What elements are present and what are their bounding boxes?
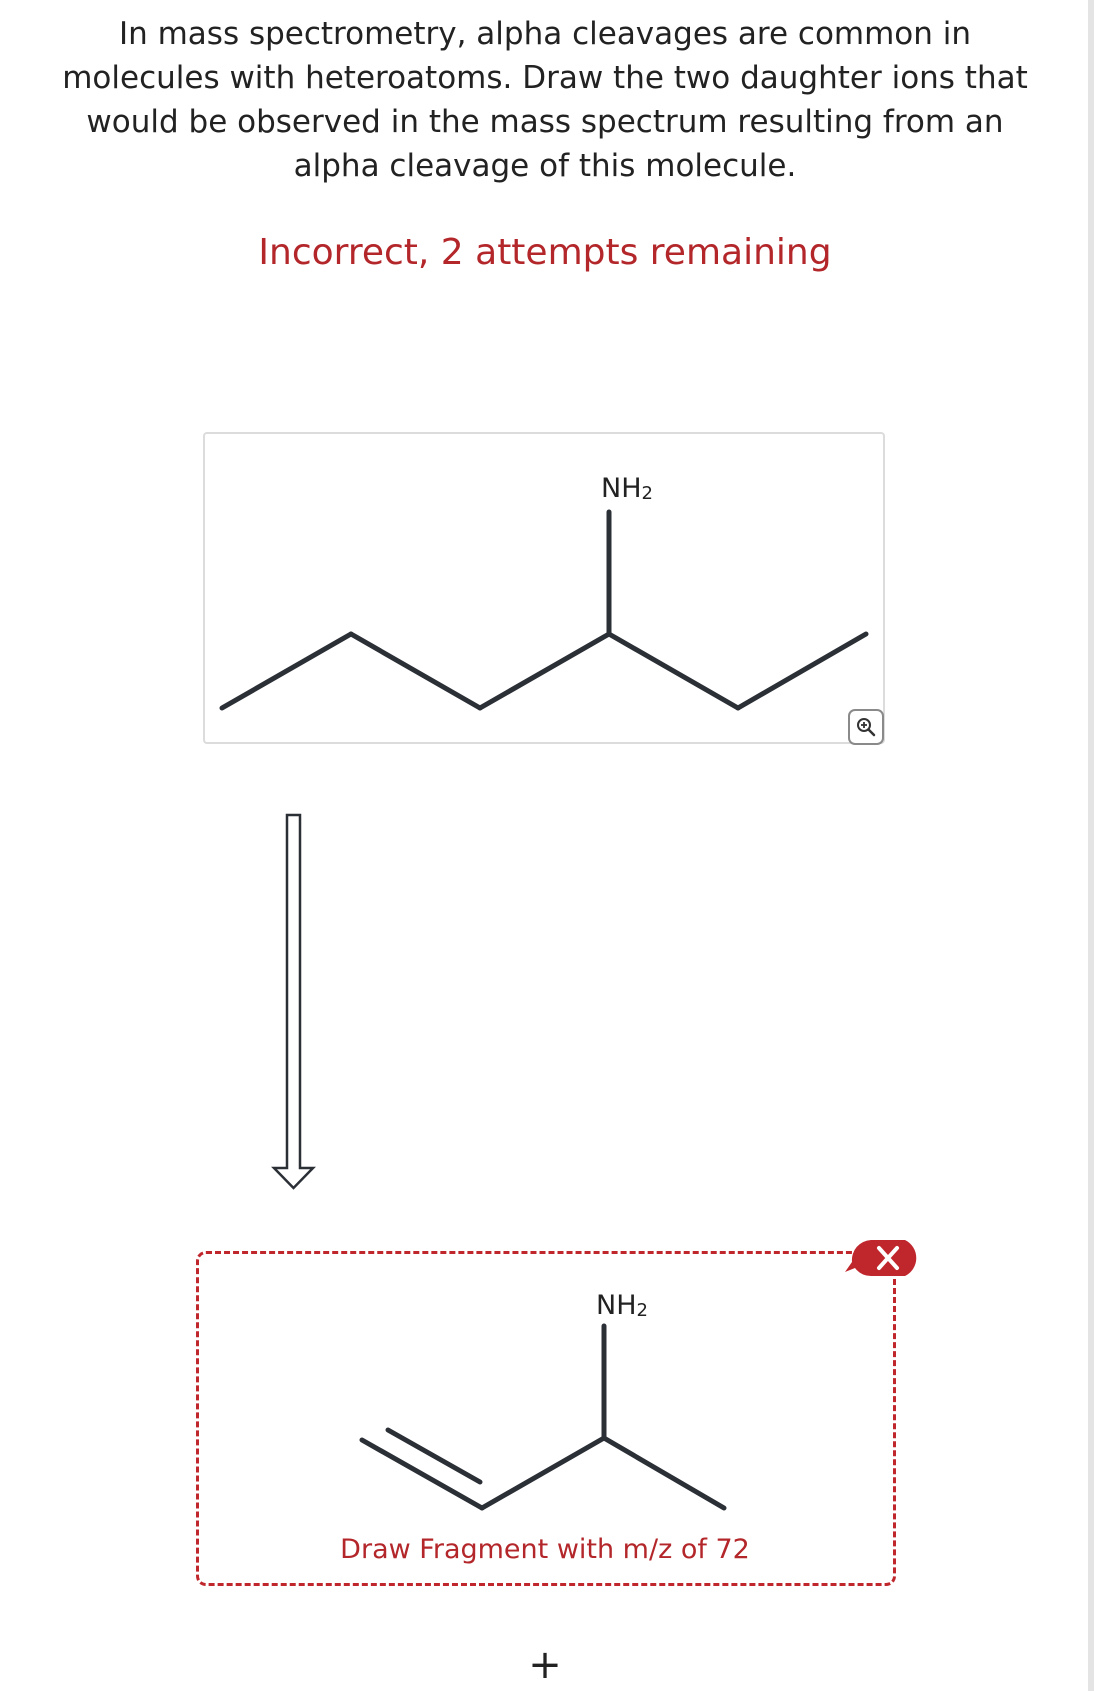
bond [219,631,354,711]
bond [348,631,483,711]
fragment-prompt: Draw Fragment with m/z of 72 [300,1534,790,1565]
zoom-in-icon [857,718,876,737]
hollow-down-arrow-icon [271,813,316,1190]
given-molecule-skeleton [219,509,869,711]
bond [735,631,869,711]
zoom-button[interactable] [848,709,884,745]
bond [477,631,612,711]
given-nh2-label: NH2 [601,473,653,504]
add-fragment-button[interactable]: + [520,1640,570,1690]
bond [606,631,741,711]
incorrect-x-icon[interactable] [843,1236,927,1280]
